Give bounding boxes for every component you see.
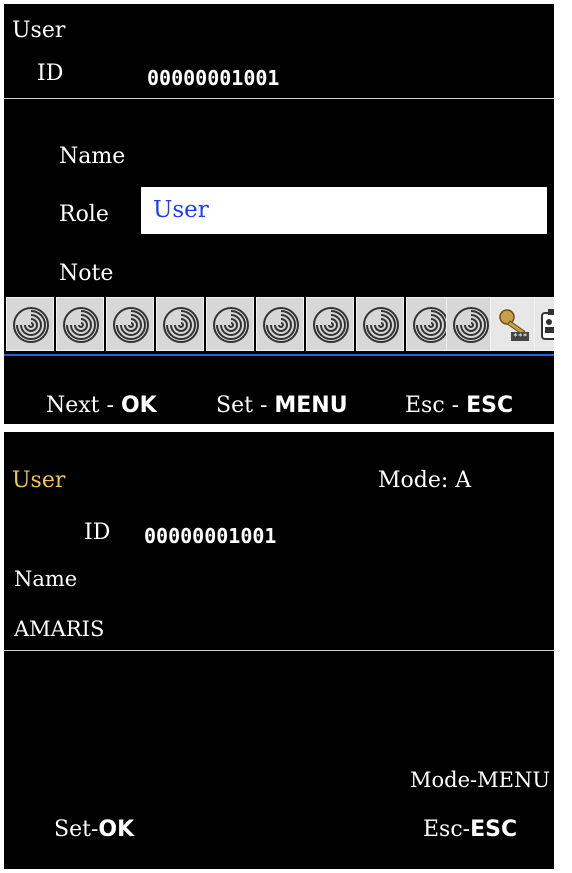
mode-menu-hint[interactable]: Mode-MENU [410, 767, 550, 793]
set-ok-hint[interactable]: Set-OK [54, 817, 134, 843]
id-value: 00000001001 [144, 524, 277, 548]
fingerprint-icon[interactable] [106, 297, 154, 351]
footer-esc: Esc - ESC [405, 393, 514, 418]
divider [4, 650, 554, 651]
fingerprint-icon[interactable] [156, 297, 204, 351]
name-label: Name [14, 567, 78, 591]
footer-next: Next - OK [46, 393, 157, 418]
note-label[interactable]: Note [59, 261, 113, 287]
role-field[interactable]: User [141, 187, 547, 234]
footer-set: Set - MENU [216, 393, 348, 418]
fingerprint-icon[interactable] [306, 297, 354, 351]
screen-title: User [12, 18, 66, 43]
user-info-screen: User Mode: A ID 00000001001 Name AMARIS … [4, 432, 554, 869]
id-value: 00000001001 [147, 66, 280, 90]
fingerprint-icon[interactable] [446, 297, 494, 351]
id-label: ID [37, 61, 64, 86]
divider [4, 98, 554, 99]
separator-line [4, 354, 554, 356]
svg-text:***: *** [513, 332, 528, 341]
user-edit-screen: User ID 00000001001 Name Role User Note [4, 4, 554, 424]
role-label[interactable]: Role [59, 202, 109, 228]
fingerprint-icon[interactable] [256, 297, 304, 351]
name-label[interactable]: Name [59, 144, 125, 170]
fingerprint-icon[interactable] [206, 297, 254, 351]
ok-key[interactable]: OK [121, 393, 157, 418]
id-label: ID [84, 520, 111, 545]
esc-key[interactable]: ESC [466, 393, 513, 418]
screen-title: User [12, 468, 66, 493]
role-value: User [153, 197, 209, 223]
password-key-icon[interactable]: *** [490, 297, 538, 351]
name-value: AMARIS [14, 617, 105, 641]
menu-key[interactable]: MENU [274, 393, 347, 418]
mode-label: Mode: A [378, 468, 472, 493]
fingerprint-icon[interactable] [56, 297, 104, 351]
enrollment-icon-strip: *** [4, 297, 554, 351]
esc-hint[interactable]: Esc-ESC [423, 817, 517, 843]
fingerprint-icon[interactable] [356, 297, 404, 351]
id-card-icon[interactable] [534, 297, 554, 351]
fingerprint-icon[interactable] [6, 297, 54, 351]
